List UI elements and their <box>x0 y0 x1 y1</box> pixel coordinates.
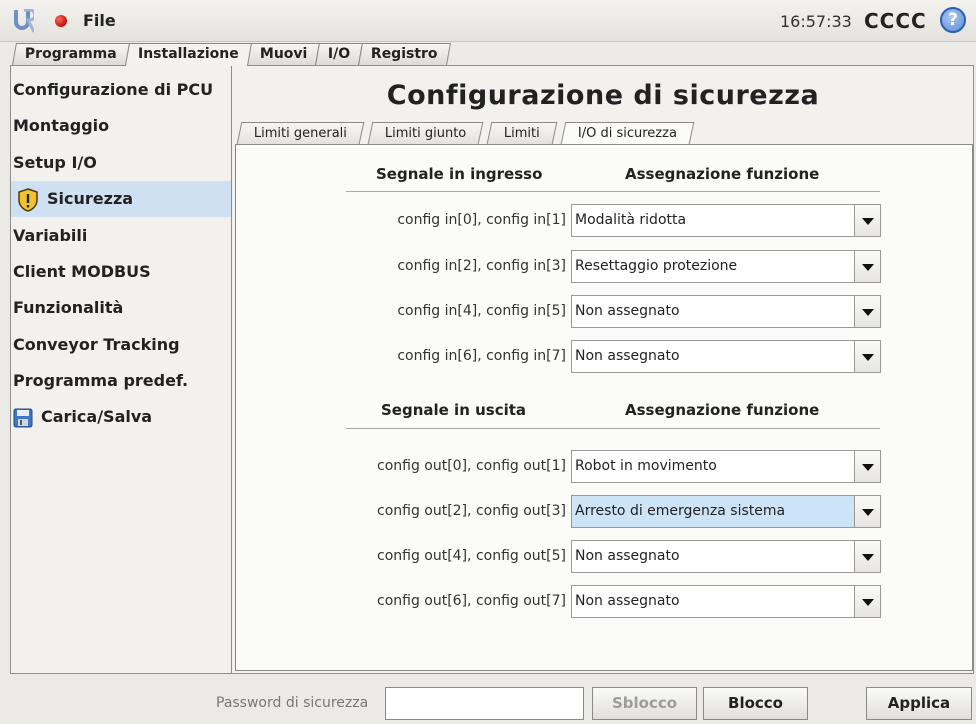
tab-limiti-giunto[interactable]: Limiti giunto <box>367 122 484 144</box>
content-area: Configurazione di PCU Montaggio Setup I/… <box>10 65 974 674</box>
sidebar-item-funzionalita[interactable]: Funzionalità <box>11 290 231 326</box>
sidebar-item-montaggio[interactable]: Montaggio <box>11 108 231 144</box>
input-function-header: Assegnazione funzione <box>625 165 820 183</box>
divider <box>346 191 880 192</box>
output-label: config out[6], config out[7] <box>377 593 566 609</box>
chevron-down-icon[interactable] <box>854 296 880 327</box>
output-label: config out[0], config out[1] <box>377 458 566 474</box>
chevron-down-icon[interactable] <box>854 541 880 572</box>
file-menu[interactable]: File <box>83 11 116 30</box>
safety-io-box: Segnale in ingresso Assegnazione funzion… <box>235 144 973 671</box>
input-signal-header: Segnale in ingresso <box>376 165 543 183</box>
output-function-header: Assegnazione funzione <box>625 401 820 419</box>
output-label: config out[2], config out[3] <box>377 503 566 519</box>
chevron-down-icon[interactable] <box>854 341 880 372</box>
chevron-down-icon[interactable] <box>854 586 880 617</box>
output-signal-header: Segnale in uscita <box>381 401 527 419</box>
ur-logo <box>14 9 34 33</box>
bottom-bar: Password di sicurezza Sblocco Blocco App… <box>0 686 976 724</box>
tab-io-di-sicurezza[interactable]: I/O di sicurezza <box>560 122 695 144</box>
input-function-dropdown[interactable]: Non assegnato <box>571 340 881 373</box>
password-label: Password di sicurezza <box>216 695 369 711</box>
input-label: config in[2], config in[3] <box>397 258 566 274</box>
tab-installazione[interactable]: Installazione <box>124 43 252 66</box>
sidebar-item-variabili[interactable]: Variabili <box>11 218 231 254</box>
tab-io[interactable]: I/O <box>315 43 364 65</box>
status-dot-icon[interactable] <box>55 15 67 27</box>
input-function-dropdown[interactable]: Resettaggio protezione <box>571 250 881 283</box>
help-icon[interactable]: ? <box>940 7 966 33</box>
chevron-down-icon[interactable] <box>854 451 880 482</box>
input-function-dropdown[interactable]: Modalità ridotta <box>571 204 881 237</box>
tab-limiti[interactable]: Limiti <box>487 122 558 144</box>
sidebar-item-client-modbus[interactable]: Client MODBUS <box>11 254 231 290</box>
apply-button[interactable]: Applica <box>866 687 972 720</box>
chevron-down-icon[interactable] <box>854 251 880 282</box>
main-tabs: Programma Installazione Muovi I/O Regist… <box>12 43 451 66</box>
warning-shield-icon <box>18 187 38 212</box>
sidebar-item-setup-io[interactable]: Setup I/O <box>11 145 231 181</box>
page-title: Configurazione di sicurezza <box>386 80 820 111</box>
output-function-dropdown[interactable]: Robot in movimento <box>571 450 881 483</box>
output-label: config out[4], config out[5] <box>377 548 566 564</box>
output-function-dropdown[interactable]: Non assegnato <box>571 585 881 618</box>
unlock-button[interactable]: Sblocco <box>592 687 697 720</box>
input-label: config in[6], config in[7] <box>397 348 566 364</box>
sidebar-item-configurazione-pcu[interactable]: Configurazione di PCU <box>11 72 231 108</box>
lock-button[interactable]: Blocco <box>703 687 808 720</box>
safety-panel: Configurazione di sicurezza Limiti gener… <box>233 66 973 673</box>
divider <box>346 428 880 429</box>
sidebar-item-programma-predef[interactable]: Programma predef. <box>11 363 231 399</box>
sidebar-item-sicurezza[interactable]: Sicurezza <box>11 181 231 217</box>
safety-subtabs: Limiti generali Limiti giunto Limiti I/O… <box>236 122 700 144</box>
input-label: config in[0], config in[1] <box>397 212 566 228</box>
tab-programma[interactable]: Programma <box>12 43 130 65</box>
floppy-disk-icon <box>13 408 33 427</box>
output-function-dropdown[interactable]: Non assegnato <box>571 540 881 573</box>
top-bar: File 16:57:33 CCCC ? <box>0 0 976 42</box>
chevron-down-icon[interactable] <box>854 496 880 527</box>
chevron-down-icon[interactable] <box>854 205 880 236</box>
input-function-dropdown[interactable]: Non assegnato <box>571 295 881 328</box>
output-function-dropdown[interactable]: Arresto di emergenza sistema <box>571 495 881 528</box>
tab-limiti-generali[interactable]: Limiti generali <box>236 122 365 144</box>
clock: 16:57:33 <box>780 12 852 31</box>
robot-name: CCCC <box>864 9 927 33</box>
sidebar: Configurazione di PCU Montaggio Setup I/… <box>11 66 232 673</box>
tab-registro[interactable]: Registro <box>358 43 451 65</box>
sidebar-item-carica-salva[interactable]: Carica/Salva <box>11 399 231 435</box>
password-input[interactable] <box>385 687 584 720</box>
input-label: config in[4], config in[5] <box>397 303 566 319</box>
sidebar-item-conveyor-tracking[interactable]: Conveyor Tracking <box>11 327 231 363</box>
tab-muovi[interactable]: Muovi <box>246 43 320 65</box>
